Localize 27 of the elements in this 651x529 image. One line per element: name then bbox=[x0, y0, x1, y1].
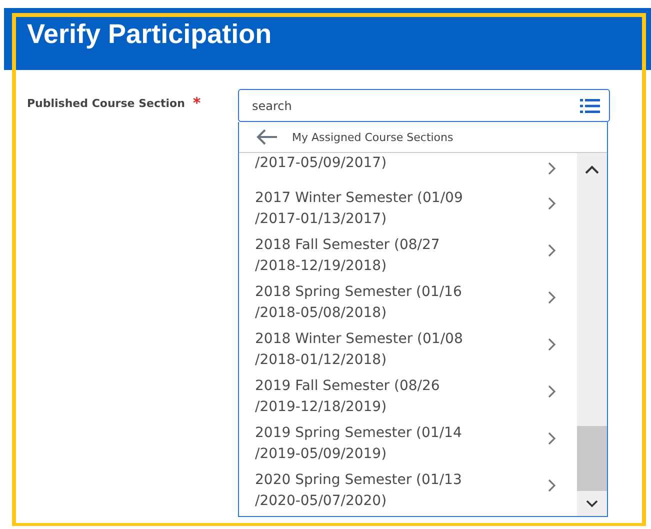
list-item[interactable]: /2017-05/09/2017) bbox=[239, 153, 577, 185]
chevron-right-icon bbox=[548, 432, 556, 445]
chevron-down-icon[interactable] bbox=[586, 500, 598, 508]
chevron-right-icon bbox=[548, 162, 556, 175]
list-item[interactable]: 2020 Spring Semester (01/13 /2020-05/07/2020) bbox=[239, 467, 577, 514]
list-item[interactable]: 2019 Fall Semester (08/26 /2019-12/18/2019) bbox=[239, 373, 577, 420]
chevron-up-icon[interactable] bbox=[585, 165, 599, 174]
scrollbar-thumb[interactable] bbox=[577, 426, 607, 491]
chevron-right-icon bbox=[548, 291, 556, 304]
list-item[interactable]: 2018 Fall Semester (08/27 /2018-12/19/2018) bbox=[239, 232, 577, 279]
dropdown-header: My Assigned Course Sections bbox=[292, 130, 454, 144]
chevron-right-icon bbox=[548, 385, 556, 398]
list-item[interactable]: 2019 Spring Semester (01/14 /2019-05/09/2019) bbox=[239, 420, 577, 467]
chevron-right-icon bbox=[548, 479, 556, 492]
chevron-right-icon bbox=[548, 244, 556, 257]
back-arrow-icon[interactable] bbox=[256, 129, 278, 145]
field-label: Published Course Section bbox=[27, 97, 185, 110]
chevron-right-icon bbox=[548, 338, 556, 351]
required-mark: * bbox=[192, 97, 201, 110]
scrollbar[interactable] bbox=[577, 153, 607, 516]
list-icon[interactable] bbox=[580, 99, 600, 113]
list-item[interactable]: 2018 Winter Semester (01/08 /2018-01/12/2018) bbox=[239, 326, 577, 373]
page-title: Verify Participation bbox=[27, 19, 272, 49]
search-field[interactable]: search bbox=[238, 89, 610, 122]
list-item[interactable]: 2017 Winter Semester (01/09 /2017-01/13/2017) bbox=[239, 185, 577, 232]
chevron-right-icon bbox=[548, 197, 556, 210]
list-item[interactable]: 2018 Spring Semester (01/16 /2018-05/08/2018) bbox=[239, 279, 577, 326]
